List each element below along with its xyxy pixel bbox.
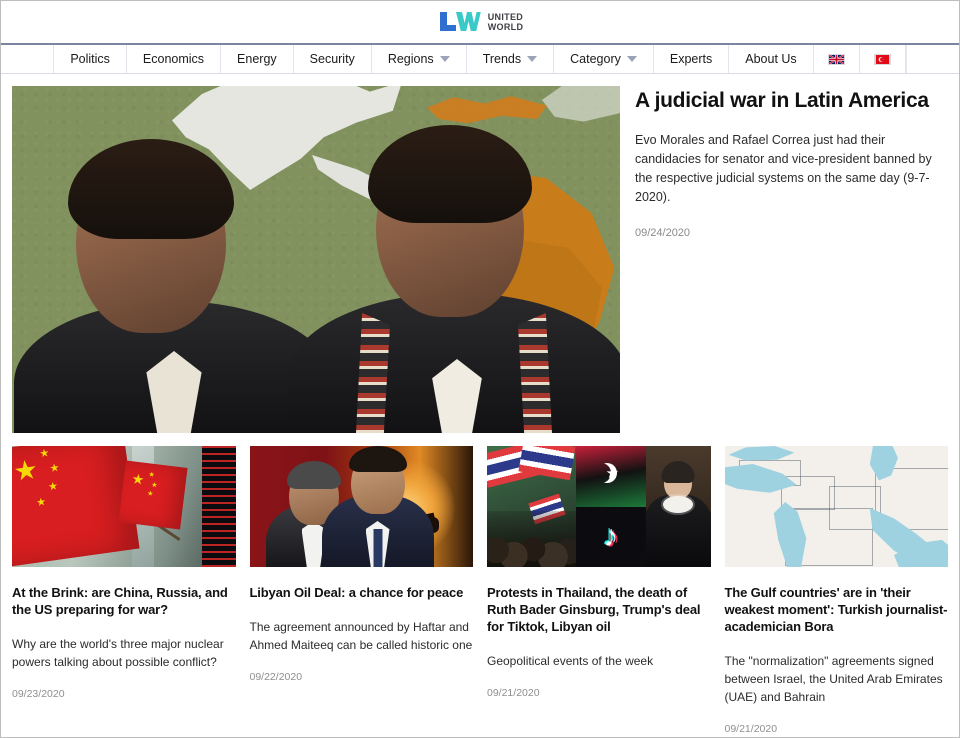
collage-panel-thai-protest (487, 446, 577, 567)
nav-left-spacer (1, 45, 55, 73)
china-flag-small: ★ ★ ★ ★ (118, 460, 188, 530)
portrait-hair (68, 139, 234, 239)
card-title[interactable]: Libyan Oil Deal: a chance for peace (250, 584, 474, 601)
stock-ticker-board (201, 446, 236, 567)
tiktok-logo-icon: ♪ (603, 519, 619, 553)
article-card[interactable]: ★ ★ ★ ★ ★ ★ ★ ★ ★ At the Brink: are Chin… (12, 446, 236, 735)
nav-label: Trends (482, 52, 522, 66)
flag-star: ★ (12, 453, 40, 488)
card-excerpt: The agreement announced by Haftar and Ah… (249, 620, 473, 652)
card-image-libya-oil[interactable] (249, 446, 473, 567)
card-image-china-flags[interactable]: ★ ★ ★ ★ ★ ★ ★ ★ ★ (12, 446, 236, 567)
site-header: UNITED WORLD (1, 1, 959, 43)
chevron-down-icon (439, 56, 450, 62)
language-switch-turkish[interactable] (860, 45, 906, 73)
hero-excerpt: Evo Morales and Rafael Correa just had t… (635, 133, 932, 204)
star-icon: ★ (605, 464, 620, 482)
lace-collar (663, 496, 694, 513)
lw-logo-icon (439, 12, 481, 31)
chevron-down-icon (626, 56, 637, 62)
nav-item-trends[interactable]: Trends (467, 45, 555, 73)
page-root: UNITED WORLD Politics Economics Energy S… (0, 0, 960, 738)
turkish-flag-icon (873, 53, 891, 65)
card-image-middle-east-map[interactable] (724, 446, 948, 567)
nav-right-spacer (905, 45, 959, 73)
card-excerpt: The "normalization" agreements signed be… (724, 654, 943, 704)
nav-item-about-us[interactable]: About Us (729, 45, 814, 73)
logo-line-1: UNITED (487, 11, 524, 22)
portrait-rafael-correa (14, 133, 334, 433)
nav-label: Energy (237, 52, 277, 66)
portrait-evo-morales (286, 113, 620, 433)
card-date: 09/21/2020 (724, 723, 778, 735)
nav-item-category[interactable]: Category (554, 45, 654, 73)
portrait-hair (661, 461, 695, 483)
article-card-row: ★ ★ ★ ★ ★ ★ ★ ★ ★ At the Brink: are Chin… (1, 433, 959, 735)
english-flag-icon (827, 53, 845, 65)
nav-item-politics[interactable]: Politics (54, 45, 127, 73)
card-excerpt: Why are the world's three major nuclear … (12, 637, 224, 669)
collage-panel-ruth-bader-ginsburg (645, 446, 711, 567)
collage-panel-libya-flag: ★ (576, 446, 646, 507)
nav-item-economics[interactable]: Economics (127, 45, 222, 73)
collage-middle-column: ★ ♪ (576, 446, 646, 567)
card-date: 09/23/2020 (12, 688, 65, 700)
nav-label: Security (309, 52, 355, 66)
card-title[interactable]: The Gulf countries' are in 'their weakes… (725, 584, 949, 635)
article-card[interactable]: The Gulf countries' are in 'their weakes… (724, 446, 949, 735)
card-date: 09/22/2020 (249, 671, 303, 683)
logo-line-2: WORLD (487, 22, 524, 32)
flag-star: ★ (38, 447, 51, 461)
flag-star: ★ (148, 471, 156, 480)
flag-star: ★ (48, 461, 61, 476)
hero-article: A judicial war in Latin America Evo Mora… (1, 74, 959, 433)
article-card[interactable]: ★ ♪ Protests in Thailand, the death of R… (487, 446, 711, 735)
nav-item-regions[interactable]: Regions (372, 45, 467, 73)
nav-item-experts[interactable]: Experts (654, 45, 730, 73)
flag-star: ★ (35, 495, 47, 510)
protest-crowd (487, 511, 577, 567)
logo-wordmark: UNITED WORLD (488, 12, 524, 33)
card-title[interactable]: Protests in Thailand, the death of Ruth … (487, 584, 711, 635)
nav-label: Category (570, 52, 621, 66)
portrait-hair (368, 125, 532, 223)
nav-label: Politics (70, 52, 110, 66)
portrait-hair (348, 446, 407, 472)
card-image-weekly-collage[interactable]: ★ ♪ (487, 446, 711, 567)
nav-label: Economics (142, 52, 205, 66)
card-excerpt: Geopolitical events of the week (487, 654, 654, 668)
nav-label: Regions (387, 52, 434, 66)
portrait-maiteeq (321, 446, 434, 567)
flag-star: ★ (47, 480, 59, 494)
flag-star: ★ (146, 490, 154, 499)
collage-panel-tiktok: ♪ (576, 506, 646, 567)
flag-star: ★ (150, 481, 158, 490)
language-switch-english[interactable] (814, 45, 860, 73)
chevron-down-icon (527, 56, 538, 62)
site-logo[interactable]: UNITED WORLD (437, 10, 524, 34)
nav-label: About Us (745, 52, 797, 66)
nav-item-energy[interactable]: Energy (221, 45, 294, 73)
nav-label: Experts (669, 52, 713, 66)
main-navigation: Politics Economics Energy Security Regio… (1, 43, 959, 74)
hero-text-column: A judicial war in Latin America Evo Mora… (635, 86, 948, 433)
hero-image[interactable] (12, 86, 620, 433)
article-card[interactable]: Libyan Oil Deal: a chance for peace The … (249, 446, 474, 735)
card-title[interactable]: At the Brink: are China, Russia, and the… (12, 584, 236, 618)
flag-star: ★ (130, 470, 146, 488)
card-date: 09/21/2020 (487, 687, 540, 699)
nav-item-security[interactable]: Security (294, 45, 372, 73)
hero-title[interactable]: A judicial war in Latin America (635, 88, 948, 114)
hero-date: 09/24/2020 (635, 227, 691, 239)
